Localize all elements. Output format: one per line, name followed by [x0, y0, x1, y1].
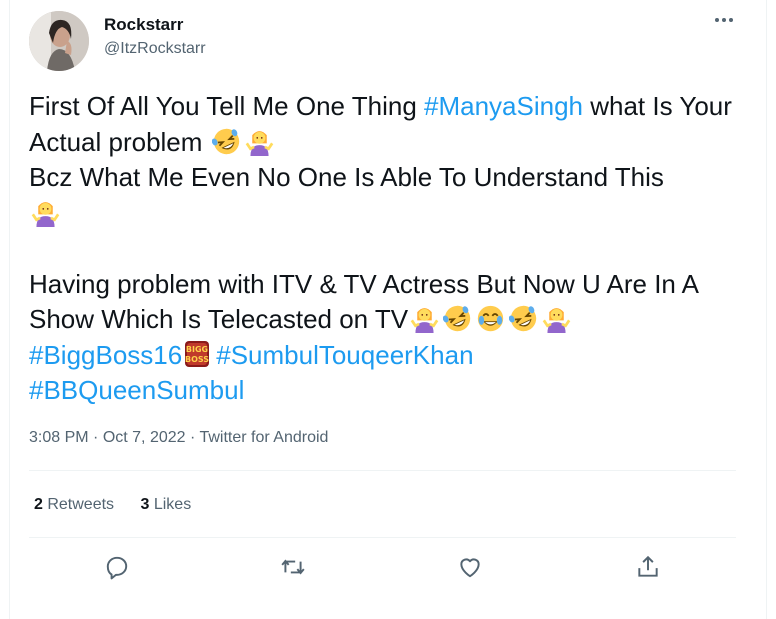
- tweet-stats: 2 Retweets 3 Likes: [34, 496, 213, 514]
- divider: [29, 537, 736, 538]
- tweet-date[interactable]: Oct 7, 2022: [103, 429, 186, 446]
- avatar[interactable]: [29, 11, 89, 71]
- woman-shrugging-emoji: [410, 308, 439, 333]
- reply-icon[interactable]: [102, 552, 132, 582]
- author-handle[interactable]: @ItzRockstarr: [104, 40, 206, 58]
- tweet-line3: Having problem with ITV & TV Actress But…: [29, 268, 698, 335]
- meta-separator: ·: [88, 429, 103, 446]
- tweet-text: First Of All You Tell Me One Thing #Many…: [29, 89, 741, 409]
- hashtag-manyasingh[interactable]: #ManyaSingh: [424, 91, 583, 121]
- retweets-label: Retweets: [42, 496, 115, 513]
- bigg-boss-hashflag-icon: BIGGBOSS: [185, 340, 210, 367]
- face-with-tears-of-joy-emoji: [477, 305, 504, 332]
- tweet-time[interactable]: 3:08 PM: [29, 429, 89, 446]
- tweet-source[interactable]: Twitter for Android: [199, 429, 328, 446]
- svg-text:BOSS: BOSS: [185, 355, 209, 364]
- hashtag-sumbultouqeerkhan[interactable]: #SumbulTouqeerKhan: [216, 340, 473, 370]
- divider: [29, 470, 736, 471]
- rolling-on-floor-laughing-emoji: [211, 128, 239, 154]
- retweet-icon[interactable]: [278, 552, 308, 582]
- retweets-count: 2: [34, 496, 43, 513]
- hashtag-biggboss16[interactable]: #BiggBoss16: [29, 340, 182, 370]
- rolling-on-floor-laughing-emoji: [443, 305, 471, 332]
- more-options-icon[interactable]: [712, 8, 736, 32]
- woman-shrugging-emoji: [245, 130, 273, 156]
- share-icon[interactable]: [633, 552, 663, 582]
- tweet-line2: Bcz What Me Even No One Is Able To Under…: [29, 162, 664, 192]
- tweet-line1-text: First Of All You Tell Me One Thing: [29, 91, 425, 121]
- retweets-stat[interactable]: 2 Retweets: [34, 496, 114, 513]
- meta-separator: ·: [185, 429, 200, 446]
- woman-shrugging-emoji: [542, 308, 571, 333]
- like-icon[interactable]: [455, 552, 485, 582]
- hashtag-bbqueensumbul[interactable]: #BBQueenSumbul: [29, 375, 244, 405]
- rolling-on-floor-laughing-emoji: [509, 305, 537, 332]
- likes-label: Likes: [149, 496, 192, 513]
- woman-shrugging-emoji: [31, 201, 60, 227]
- likes-stat[interactable]: 3 Likes: [141, 496, 192, 513]
- svg-text:BIGG: BIGG: [186, 345, 208, 354]
- author-name[interactable]: Rockstarr: [104, 15, 183, 35]
- tweet-meta: 3:08 PM · Oct 7, 2022 · Twitter for Andr…: [29, 429, 328, 447]
